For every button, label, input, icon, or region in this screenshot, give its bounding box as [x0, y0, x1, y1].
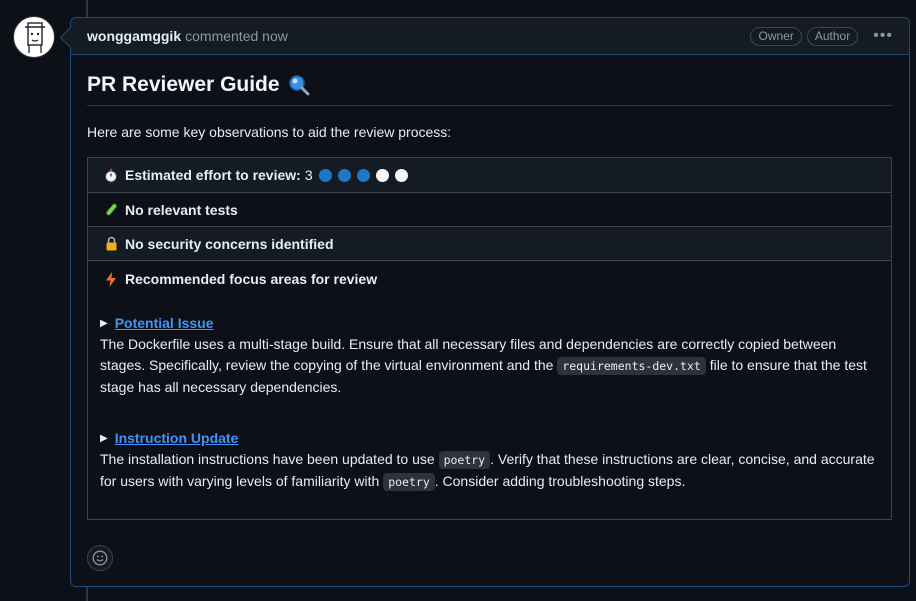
effort-dot-empty	[375, 168, 389, 182]
avatar-drawing-icon	[25, 22, 45, 53]
test-tube-icon	[103, 202, 119, 218]
inline-code: requirements-dev.txt	[557, 357, 706, 375]
focus-label: Recommended focus areas for review	[125, 271, 378, 287]
effort-dot-empty	[394, 168, 408, 182]
comment-timestamp: commented now	[185, 28, 288, 44]
inline-code: poetry	[438, 451, 491, 469]
avatar[interactable]	[13, 16, 55, 58]
issue-title-link[interactable]: Instruction Update	[115, 428, 239, 449]
magnifying-glass-icon	[288, 75, 310, 96]
comment-body: PR Reviewer Guide Here are some key obse…	[71, 55, 909, 520]
inline-code: poetry	[383, 473, 435, 491]
add-reaction-button[interactable]	[87, 545, 113, 571]
issue-description: The installation instructions have been …	[100, 449, 879, 493]
issue-description: The Dockerfile uses a multi-stage build.…	[100, 334, 879, 398]
security-row: No security concerns identified	[88, 226, 891, 260]
comment-box: wonggamggik commented now Owner Author •…	[70, 17, 910, 587]
disclosure-triangle-icon[interactable]: ▶	[100, 428, 108, 449]
disclosure-triangle-icon[interactable]: ▶	[100, 313, 108, 334]
focus-issue: ▶ Instruction Update The installation in…	[100, 428, 879, 493]
tests-row: No relevant tests	[88, 192, 891, 226]
security-label: No security concerns identified	[125, 235, 334, 252]
comment-author[interactable]: wonggamggik	[87, 28, 181, 44]
intro-text: Here are some key observations to aid th…	[87, 124, 452, 140]
comment-header: wonggamggik commented now Owner Author •…	[71, 18, 909, 55]
issue-text: The installation instructions have been …	[100, 451, 435, 467]
stopwatch-icon	[103, 167, 119, 183]
issue-summary[interactable]: ▶ Potential Issue	[100, 313, 879, 334]
effort-dot-filled	[318, 168, 332, 182]
issue-text: . Consider adding troubleshooting steps.	[434, 473, 686, 489]
focus-issue: ▶ Potential Issue The Dockerfile uses a …	[100, 313, 879, 398]
focus-areas-cell: Recommended focus areas for review ▶ Pot…	[88, 260, 891, 519]
smiley-icon	[92, 550, 108, 566]
issue-title-link[interactable]: Potential Issue	[115, 313, 214, 334]
owner-badge: Owner	[750, 26, 802, 46]
guide-title: PR Reviewer Guide	[87, 73, 893, 106]
effort-label: Estimated effort to review:	[125, 167, 301, 183]
guide-title-text: PR Reviewer Guide	[87, 73, 280, 96]
review-guide-table: Estimated effort to review: 3 No relevan…	[87, 157, 892, 520]
author-badge: Author	[806, 26, 859, 46]
effort-dot-filled	[337, 168, 351, 182]
kebab-horizontal-icon[interactable]: •••	[873, 27, 893, 45]
tests-label: No relevant tests	[125, 201, 238, 218]
zap-icon	[103, 271, 119, 287]
effort-dot-filled	[356, 168, 370, 182]
effort-row: Estimated effort to review: 3	[88, 158, 891, 192]
effort-value: 3	[304, 167, 313, 183]
issue-summary[interactable]: ▶ Instruction Update	[100, 428, 879, 449]
lock-icon	[103, 236, 119, 252]
